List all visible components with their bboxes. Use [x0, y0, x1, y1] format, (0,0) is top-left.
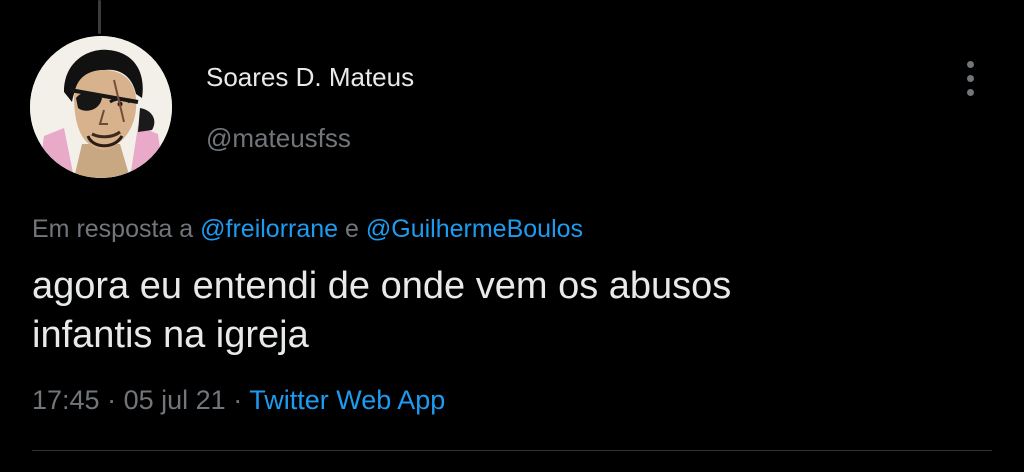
reply-context: Em resposta a @freilorrane e @GuilhermeB…	[32, 215, 583, 244]
more-vertical-icon-dot	[967, 75, 974, 82]
tweet-time[interactable]: 17:45	[32, 385, 100, 415]
avatar-image	[30, 36, 172, 178]
reply-joiner: e	[345, 215, 359, 243]
tweet-text-line: agora eu entendi de onde vem os abusos	[32, 265, 732, 307]
reply-prefix: Em resposta a	[32, 215, 194, 243]
author-display-name[interactable]: Soares D. Mateus	[206, 62, 414, 93]
author-handle[interactable]: @mateusfss	[206, 123, 351, 154]
mention-link-freilorrane[interactable]: @freilorrane	[200, 215, 338, 243]
tweet-text: agora eu entendi de onde vem os abusos i…	[32, 262, 992, 360]
more-vertical-icon	[967, 61, 974, 68]
more-options-button[interactable]	[956, 58, 986, 98]
thread-connector-line	[98, 0, 101, 34]
avatar[interactable]	[30, 36, 172, 178]
mention-link-guilhermeboulos[interactable]: @GuilhermeBoulos	[366, 215, 583, 243]
meta-separator: ·	[233, 385, 243, 415]
tweet-meta: 17:45 · 05 jul 21 · Twitter Web App	[32, 385, 445, 416]
tweet-date[interactable]: 05 jul 21	[124, 385, 226, 415]
more-vertical-icon-dot	[967, 89, 974, 96]
tweet-source-link[interactable]: Twitter Web App	[249, 385, 445, 415]
meta-separator: ·	[107, 385, 117, 415]
tweet-text-line: infantis na igreja	[32, 314, 309, 356]
divider	[32, 450, 992, 451]
